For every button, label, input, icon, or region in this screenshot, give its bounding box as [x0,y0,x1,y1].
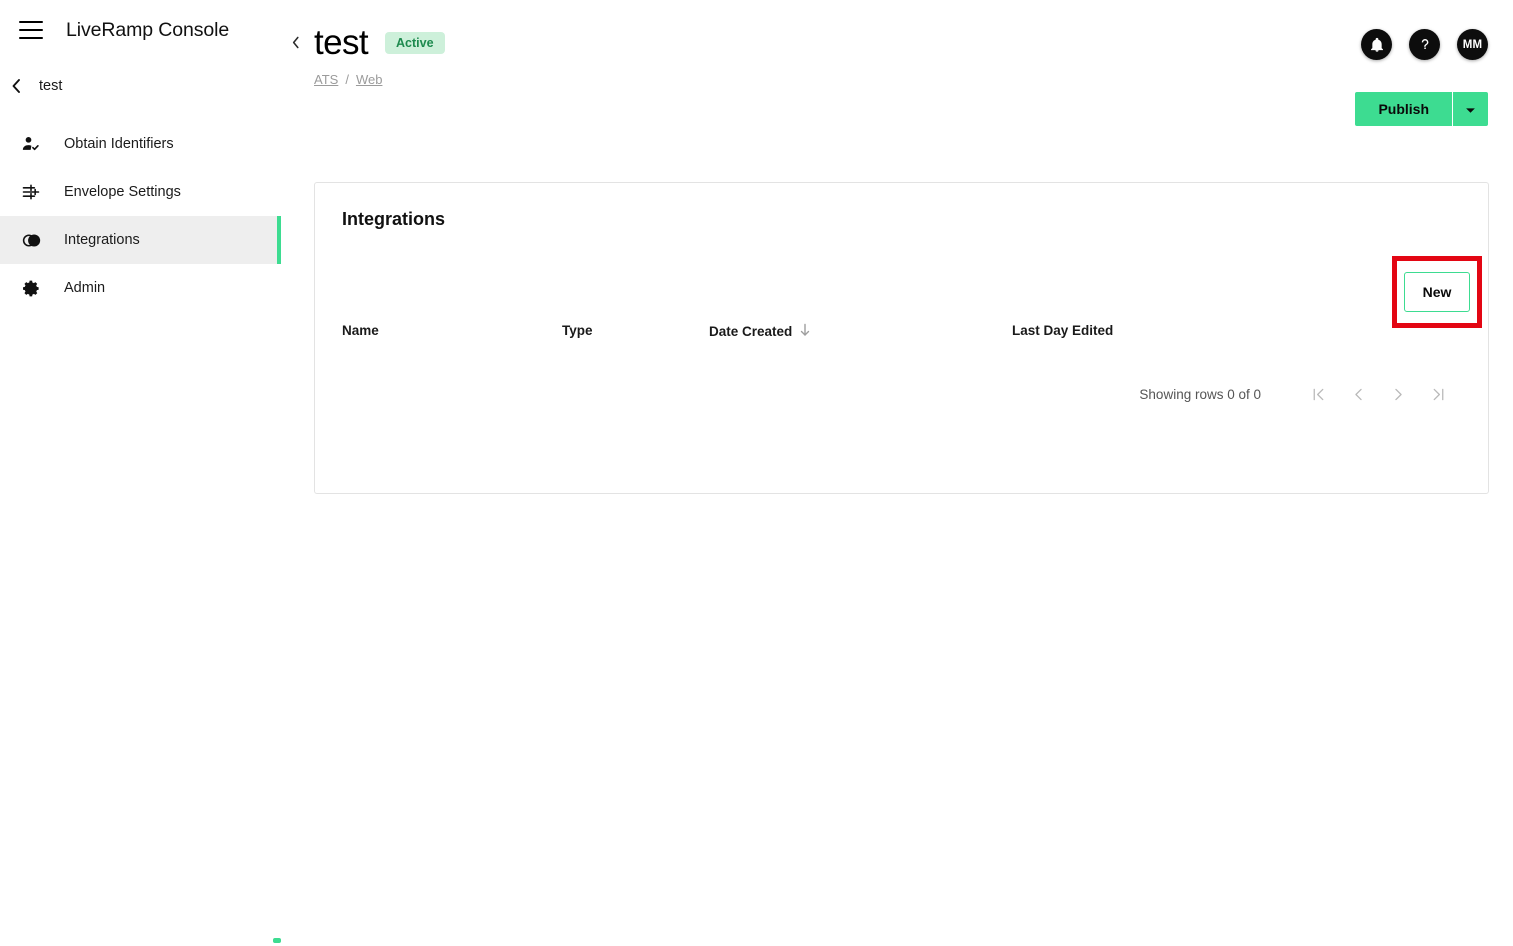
breadcrumb-link-web[interactable]: Web [356,72,383,87]
breadcrumb-link-ats[interactable]: ATS [314,72,338,87]
page-header: test Active ATS / Web [314,22,445,87]
column-header-type[interactable]: Type [562,323,593,338]
chevron-left-icon [290,35,301,55]
table-pagination: Showing rows 0 of 0 [1139,377,1458,411]
column-header-last-day-edited[interactable]: Last Day Edited [1012,323,1113,338]
sidebar: LiveRamp Console test Obtain Identifiers [0,0,281,946]
sidebar-back-link[interactable]: test [0,68,281,104]
publish-button-group: Publish [1355,92,1488,126]
app-title: LiveRamp Console [66,18,230,41]
sidebar-item-envelope-settings[interactable]: Envelope Settings [0,168,281,216]
sidebar-item-integrations[interactable]: Integrations [0,216,281,264]
card-title: Integrations [342,209,446,229]
gear-icon [20,277,42,299]
sidebar-item-obtain-identifiers[interactable]: Obtain Identifiers [0,120,281,168]
publish-dropdown-toggle[interactable] [1452,92,1488,126]
top-icon-group: MM [1361,29,1488,60]
avatar[interactable]: MM [1457,29,1488,60]
sidebar-item-label: Integrations [64,232,140,248]
title-row: test Active [314,22,445,64]
chevron-left-icon [7,77,25,95]
publish-button[interactable]: Publish [1355,92,1452,126]
hamburger-icon[interactable] [19,21,43,39]
column-header-date-created[interactable]: Date Created [709,323,811,340]
sidebar-collapse-toggle[interactable] [286,36,304,54]
help-question-icon[interactable] [1409,29,1440,60]
arrow-down-icon [799,323,811,340]
table-header-row: Name Type Date Created Last Day Edited [315,323,1488,349]
person-check-icon [20,133,42,155]
breadcrumb-separator: / [345,72,349,87]
avatar-initials: MM [1462,38,1483,51]
tune-sliders-icon [20,181,42,203]
sidebar-brand-row: LiveRamp Console [0,0,281,60]
page-title: test [314,23,369,62]
column-header-label: Date Created [709,324,793,339]
sidebar-back-label: test [39,78,63,94]
sidebar-nav: Obtain Identifiers Envelope Settings Int… [0,120,281,312]
next-page-icon[interactable] [1378,377,1418,411]
column-header-name[interactable]: Name [342,323,379,338]
new-button[interactable]: New [1404,272,1470,312]
sidebar-item-admin[interactable]: Admin [0,264,281,312]
showing-rows-label: Showing rows 0 of 0 [1139,386,1261,402]
last-page-icon[interactable] [1418,377,1458,411]
breadcrumb: ATS / Web [314,72,445,87]
main-content: test Active ATS / Web MM Publish Integra… [281,0,1513,946]
sidebar-item-label: Envelope Settings [64,184,181,200]
notification-bell-icon[interactable] [1361,29,1392,60]
column-header-label: Name [342,323,379,338]
column-header-label: Last Day Edited [1012,323,1114,338]
column-header-label: Type [562,323,593,338]
status-badge: Active [385,31,445,55]
sidebar-item-label: Obtain Identifiers [64,136,174,152]
sidebar-item-label: Admin [64,280,106,296]
caret-down-icon [1465,102,1476,117]
new-button-highlight: New [1392,256,1482,328]
first-page-icon[interactable] [1298,377,1338,411]
overlapping-circles-icon [20,229,42,251]
sidebar-scroll-thumb[interactable] [273,938,281,943]
integrations-card: Integrations New Name Type Date Created … [314,182,1489,494]
prev-page-icon[interactable] [1338,377,1378,411]
